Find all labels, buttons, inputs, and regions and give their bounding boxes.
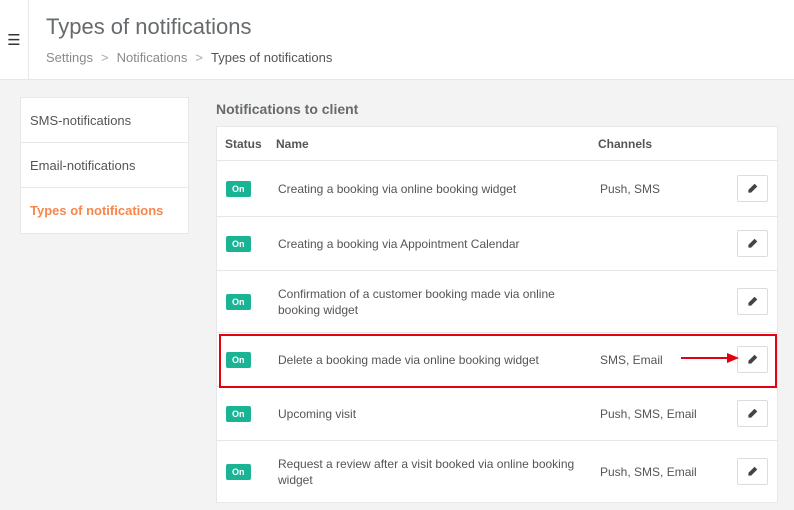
edit-button[interactable] <box>737 400 768 427</box>
status-badge[interactable]: On <box>226 351 251 368</box>
pencil-icon <box>748 296 758 306</box>
table-row: On Delete a booking made via online book… <box>217 333 777 387</box>
notification-name: Creating a booking via online booking wi… <box>278 181 517 196</box>
table-header: Status Name Channels <box>217 127 777 161</box>
column-header-status: Status <box>225 136 262 151</box>
breadcrumb-separator: > <box>195 50 203 65</box>
status-badge[interactable]: On <box>226 235 251 252</box>
notifications-table: Status Name Channels On Creating a booki… <box>216 126 778 503</box>
notification-name: Creating a booking via Appointment Calen… <box>278 236 520 251</box>
breadcrumb-notifications[interactable]: Notifications <box>117 50 188 65</box>
page-title: Types of notifications <box>46 14 252 39</box>
notification-name: Delete a booking made via online booking… <box>278 352 539 367</box>
sidebar-item-sms-notifications[interactable]: SMS-notifications <box>21 98 188 143</box>
edit-button[interactable] <box>737 458 768 485</box>
hamburger-menu-icon[interactable]: ☰ <box>0 0 29 79</box>
section-title: Notifications to client <box>216 101 359 117</box>
notification-name: Confirmation of a customer booking made … <box>278 286 555 317</box>
notification-channels: SMS, Email <box>600 352 663 367</box>
pencil-icon <box>748 354 758 364</box>
status-badge[interactable]: On <box>226 180 251 197</box>
notification-channels: Push, SMS <box>600 181 661 196</box>
notification-channels: Push, SMS, Email <box>600 406 697 421</box>
notification-name: Request a review after a visit booked vi… <box>278 456 575 487</box>
edit-button[interactable] <box>737 346 768 373</box>
column-header-channels: Channels <box>598 136 653 151</box>
table-row: On Upcoming visit Push, SMS, Email <box>217 387 777 441</box>
breadcrumb-current: Types of notifications <box>210 50 333 65</box>
pencil-icon <box>748 238 758 248</box>
edit-button[interactable] <box>737 288 768 315</box>
pencil-icon <box>748 183 758 193</box>
notification-name: Upcoming visit <box>278 406 357 421</box>
page-header: ☰ Types of notifications Settings > Noti… <box>0 0 794 80</box>
table-row: On Confirmation of a customer booking ma… <box>217 271 777 333</box>
table-row: On Request a review after a visit booked… <box>217 441 777 503</box>
edit-button[interactable] <box>737 230 768 257</box>
sidebar-item-types-of-notifications[interactable]: Types of notifications <box>21 188 188 233</box>
sidebar-item-email-notifications[interactable]: Email-notifications <box>21 143 188 188</box>
pencil-icon <box>748 408 758 418</box>
settings-sidebar: SMS-notifications Email-notifications Ty… <box>20 97 189 234</box>
status-badge[interactable]: On <box>226 405 251 422</box>
notification-channels: Push, SMS, Email <box>600 464 697 479</box>
column-header-name: Name <box>276 136 309 151</box>
pencil-icon <box>748 466 758 476</box>
breadcrumb-separator: > <box>100 50 109 65</box>
status-badge[interactable]: On <box>226 293 251 310</box>
breadcrumb-settings[interactable]: Settings <box>46 50 93 65</box>
status-badge[interactable]: On <box>226 463 251 480</box>
breadcrumb: Settings > Notifications > Types of noti… <box>46 50 332 65</box>
table-row: On Creating a booking via Appointment Ca… <box>217 217 777 271</box>
table-row: On Creating a booking via online booking… <box>217 161 777 217</box>
edit-button[interactable] <box>737 175 768 202</box>
